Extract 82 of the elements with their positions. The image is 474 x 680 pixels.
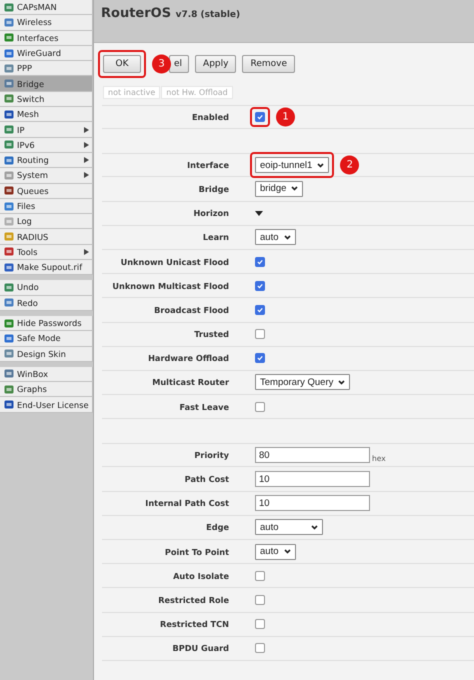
sidebar-item[interactable]: PPP [0,61,93,76]
sidebar-item[interactable]: Log [0,214,93,230]
field-label: Trusted [193,329,229,340]
field-label: BPDU Guard [171,643,229,654]
field-label: Path Cost [184,474,229,484]
checkbox[interactable] [255,353,265,364]
chevron-icon [284,234,290,240]
checkbox[interactable] [255,112,265,122]
dropdown[interactable]: eoip-tunnel1 [255,157,330,174]
sidebar-item[interactable]: Queues [0,184,93,199]
sidebar-item[interactable]: Hide Passwords [0,316,93,332]
field-label: Unknown Multicast Flood [111,280,229,291]
field-label: Internal Path Cost [144,498,229,508]
sidebar-item[interactable]: Mesh [0,107,93,122]
field-label: Multicast Router [151,377,229,388]
action-button[interactable]: Remove [242,55,295,73]
chevron-icon [317,162,324,168]
field-label: Fast Leave [178,402,229,412]
field-label: Hardware Offload [147,353,229,364]
dropdown[interactable]: auto [255,544,296,560]
field-label: Learn [202,232,229,242]
checkbox[interactable] [255,256,265,267]
field-label: Interface [186,160,229,170]
sidebar-item[interactable]: Tools [0,244,93,260]
checkbox[interactable] [255,570,265,581]
chevron-icon [291,186,298,192]
action-button[interactable]: OK [103,55,141,73]
input-field[interactable]: 80 [255,447,370,464]
checkbox[interactable] [255,594,265,605]
sidebar-item[interactable]: Switch [0,92,93,108]
checkbox[interactable] [255,304,265,315]
sidebar-item[interactable]: Files [0,198,93,214]
sidebar-item[interactable]: IP [0,122,93,138]
field-label: Point To Point [164,546,229,557]
field-label: Horizon [192,208,229,218]
sidebar-item[interactable]: Wireless [0,15,93,31]
checkbox[interactable] [255,329,265,340]
sidebar-item[interactable]: Make Supout.rif [0,260,93,276]
checkbox[interactable] [255,402,265,412]
sidebar-item[interactable]: Bridge [0,76,93,92]
chevron-icon [338,380,346,385]
sidebar-item[interactable]: RADIUS [0,229,93,245]
checkbox[interactable] [255,280,265,291]
field-label: Restricted Role [157,594,229,605]
expand-icon[interactable] [255,210,263,216]
dropdown[interactable]: auto [255,229,296,246]
sidebar-item[interactable]: End-User License [0,397,93,413]
input-field[interactable]: 10 [255,471,370,488]
field-label: Unknown Unicast Flood [120,256,229,267]
chevron-icon [311,524,318,530]
step-badge: 2 [340,156,360,175]
sidebar-item[interactable]: System [0,168,93,184]
step-badge: 3 [152,54,171,74]
field-label: Broadcast Flood [153,304,229,315]
action-button[interactable]: Apply [195,55,236,73]
field-label: Restricted TCN [159,619,229,630]
chevron-icon [284,549,290,554]
action-button[interactable]: el [169,55,190,73]
field-label: Bridge [198,184,229,194]
sidebar-item[interactable]: WinBox [0,366,93,382]
input-field[interactable]: 10 [255,495,370,512]
field-label: Priority [193,450,229,460]
sidebar-item[interactable]: Undo [0,280,93,296]
dropdown[interactable]: Temporary Query [255,374,350,390]
sidebar-item[interactable]: Safe Mode [0,331,93,347]
field-label: Auto Isolate [172,570,229,581]
sidebar-item[interactable]: Redo [0,296,93,311]
step-badge: 1 [276,108,295,127]
sidebar-item[interactable]: IPv6 [0,138,93,153]
sidebar-item[interactable]: WireGuard [0,46,93,62]
sidebar-item[interactable]: Graphs [0,382,93,398]
sidebar-item[interactable]: Routing [0,152,93,168]
sidebar-item[interactable]: Design Skin [0,346,93,362]
field-label: Edge [205,522,229,532]
checkbox[interactable] [255,619,265,630]
dropdown[interactable]: bridge [255,180,304,197]
field-label: Enabled [190,112,229,122]
dropdown[interactable]: auto [255,519,323,536]
sidebar-item[interactable]: Interfaces [0,30,93,46]
checkbox[interactable] [255,643,265,654]
sidebar-item[interactable]: CAPsMAN [0,0,93,16]
window-title: RouterOS v7.8 (stable) [101,6,240,21]
